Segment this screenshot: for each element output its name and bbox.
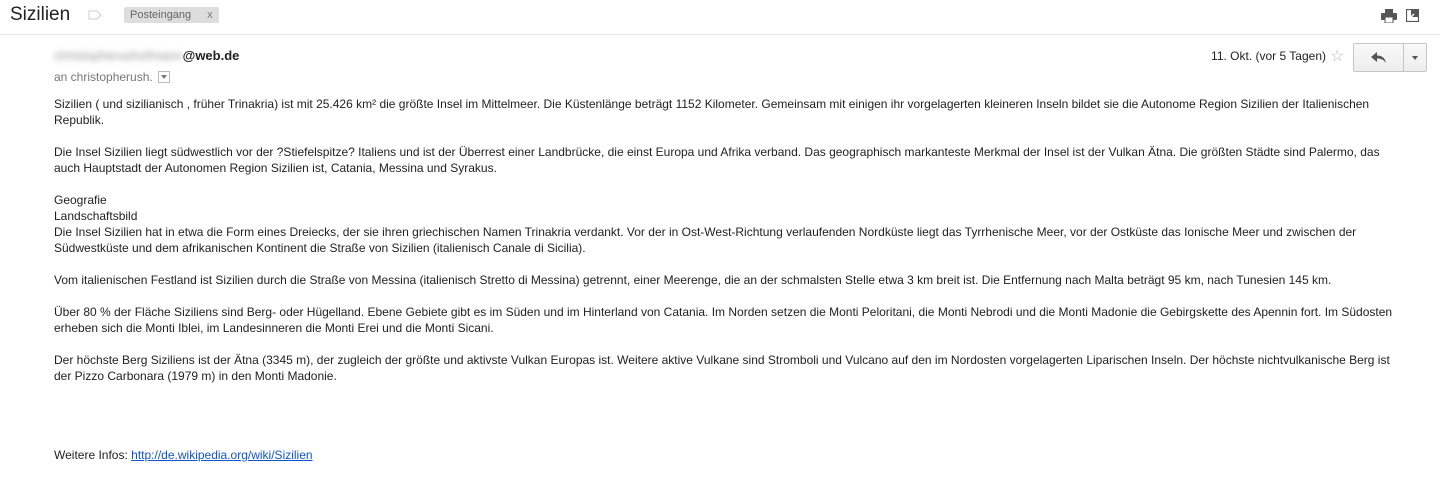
recipient-line: an christopherush. (54, 70, 170, 84)
more-actions-button[interactable] (1404, 44, 1426, 71)
reply-icon (1371, 52, 1386, 63)
sender-name-redacted: christopherushofmann (54, 48, 183, 63)
message-date: 11. Okt. (vor 5 Tagen) (1211, 49, 1326, 63)
sender[interactable]: christopherushofmann@web.de (54, 48, 239, 63)
body-paragraph: Die Insel Sizilien liegt südwestlich vor… (54, 145, 1380, 175)
reply-button-group (1353, 43, 1427, 72)
section-heading: Geografie (54, 193, 107, 207)
subject-bar: Sizilien Posteingang x (0, 0, 1440, 34)
reply-button[interactable] (1354, 44, 1404, 71)
remove-label-button[interactable]: x (207, 7, 213, 23)
star-icon[interactable]: ☆ (1330, 46, 1344, 66)
body-paragraph: Sizilien ( und sizilianisch , früher Tri… (54, 97, 1370, 127)
label-chip-text: Posteingang (130, 9, 192, 21)
footer-label: Weitere Infos: (54, 448, 132, 462)
body-section: Geografie Landschaftsbild Die Insel Sizi… (54, 192, 1404, 256)
subsection-heading: Landschaftsbild (54, 209, 138, 223)
footer-line: Weitere Infos: http://de.wikipedia.org/w… (54, 448, 313, 462)
popout-icon[interactable] (1406, 9, 1419, 22)
wikipedia-link[interactable]: http://de.wikipedia.org/wiki/Sizilien (131, 448, 312, 462)
header-divider (0, 34, 1440, 35)
recipient-text: an christopherush. (54, 70, 153, 84)
message-subject: Sizilien (10, 4, 71, 25)
sender-domain: @web.de (182, 48, 240, 63)
body-paragraph: Der höchste Berg Siziliens ist der Ätna … (54, 353, 1390, 383)
label-chip-posteingang[interactable]: Posteingang x (124, 7, 219, 23)
show-details-dropdown[interactable] (157, 71, 170, 83)
body-paragraph: Vom italienischen Festland ist Sizilien … (54, 273, 1332, 287)
body-paragraph: Über 80 % der Fläche Siziliens sind Berg… (54, 305, 1393, 335)
body-paragraph: Die Insel Sizilien hat in etwa die Form … (54, 225, 1357, 255)
print-icon[interactable] (1381, 9, 1397, 23)
message-body: Sizilien ( und sizilianisch , früher Tri… (54, 96, 1404, 400)
label-icon[interactable] (88, 10, 102, 20)
chevron-down-icon (1412, 55, 1418, 60)
